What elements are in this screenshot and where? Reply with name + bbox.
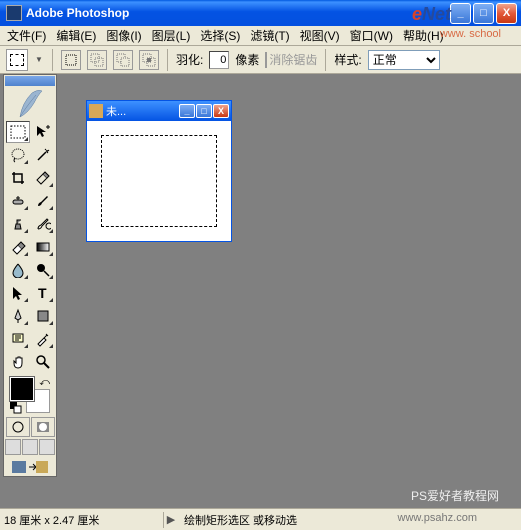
screen-fullmenu-button[interactable] bbox=[22, 439, 38, 455]
menu-window[interactable]: 窗口(W) bbox=[345, 25, 398, 46]
hand-tool[interactable] bbox=[6, 351, 30, 373]
antialias-checkbox: 消除锯齿 bbox=[265, 51, 317, 68]
doc-maximize-button[interactable]: □ bbox=[196, 104, 212, 118]
style-select[interactable]: 正常 bbox=[368, 50, 440, 70]
feather-input[interactable] bbox=[209, 51, 229, 69]
move-tool[interactable] bbox=[31, 121, 55, 143]
statusbar: 18 厘米 x 2.47 厘米 ▶ 绘制矩形选区 或移动选 bbox=[0, 508, 521, 530]
selection-intersect-button[interactable] bbox=[139, 50, 159, 70]
document-titlebar[interactable]: 未... _ □ X bbox=[87, 101, 231, 121]
shape-tool[interactable] bbox=[31, 305, 55, 327]
edit-modes bbox=[6, 417, 55, 437]
document-icon bbox=[89, 104, 103, 118]
toolbox: T ⤺ bbox=[3, 74, 57, 477]
menu-help[interactable]: 帮助(H) bbox=[398, 25, 449, 46]
selection-subtract-button[interactable] bbox=[113, 50, 133, 70]
notes-tool[interactable] bbox=[6, 328, 30, 350]
clone-stamp-tool[interactable] bbox=[6, 213, 30, 235]
menu-layer[interactable]: 图层(L) bbox=[147, 25, 196, 46]
standard-mode-button[interactable] bbox=[6, 417, 30, 437]
document-size[interactable]: 18 厘米 x 2.47 厘米 bbox=[4, 512, 164, 528]
app-icon bbox=[6, 5, 22, 21]
doc-close-button[interactable]: X bbox=[213, 104, 229, 118]
selection-add-button[interactable] bbox=[87, 50, 107, 70]
menu-file[interactable]: 文件(F) bbox=[2, 25, 51, 46]
minimize-button[interactable]: _ bbox=[450, 3, 471, 24]
lasso-tool[interactable] bbox=[6, 144, 30, 166]
feather-unit: 像素 bbox=[235, 51, 259, 68]
path-selection-tool[interactable] bbox=[6, 282, 30, 304]
app-title: Adobe Photoshop bbox=[26, 6, 450, 20]
current-tool-icon[interactable] bbox=[6, 49, 28, 71]
menu-image[interactable]: 图像(I) bbox=[101, 25, 146, 46]
eraser-tool[interactable] bbox=[6, 236, 30, 258]
menubar: 文件(F) 编辑(E) 图像(I) 图层(L) 选择(S) 滤镜(T) 视图(V… bbox=[0, 26, 521, 46]
quickmask-mode-button[interactable] bbox=[31, 417, 55, 437]
status-arrow-icon[interactable]: ▶ bbox=[164, 513, 178, 526]
separator bbox=[325, 49, 326, 71]
titlebar: Adobe Photoshop _ □ X bbox=[0, 0, 521, 26]
history-brush-tool[interactable] bbox=[31, 213, 55, 235]
separator bbox=[52, 49, 53, 71]
marquee-icon bbox=[10, 54, 24, 66]
gradient-tool[interactable] bbox=[31, 236, 55, 258]
tool-preset-dropdown[interactable]: ▼ bbox=[34, 50, 44, 70]
close-button[interactable]: X bbox=[496, 3, 517, 24]
selection-new-button[interactable] bbox=[61, 50, 81, 70]
separator bbox=[167, 49, 168, 71]
menu-filter[interactable]: 滤镜(T) bbox=[245, 25, 294, 46]
type-tool[interactable]: T bbox=[31, 282, 55, 304]
healing-brush-tool[interactable] bbox=[6, 190, 30, 212]
options-bar: ▼ 羽化: 像素 消除锯齿 样式: 正常 bbox=[0, 46, 521, 74]
document-window: 未... _ □ X bbox=[86, 100, 232, 242]
selection-marquee bbox=[101, 135, 217, 227]
swap-colors-icon[interactable]: ⤺ bbox=[39, 377, 50, 388]
window-buttons: _ □ X bbox=[450, 3, 517, 24]
jump-to-imageready-button[interactable] bbox=[10, 459, 50, 475]
brush-tool[interactable] bbox=[31, 190, 55, 212]
pen-tool[interactable] bbox=[6, 305, 30, 327]
toolbox-handle[interactable] bbox=[5, 76, 55, 86]
svg-text:T: T bbox=[38, 285, 47, 301]
canvas[interactable] bbox=[87, 121, 231, 241]
feather-label: 羽化: bbox=[176, 51, 203, 68]
screen-full-button[interactable] bbox=[39, 439, 55, 455]
status-hint: 绘制矩形选区 或移动选 bbox=[178, 512, 517, 528]
blur-tool[interactable] bbox=[6, 259, 30, 281]
tool-grid: T bbox=[6, 121, 55, 373]
screen-modes bbox=[5, 439, 55, 455]
menu-select[interactable]: 选择(S) bbox=[195, 25, 245, 46]
foreground-color[interactable] bbox=[10, 377, 34, 401]
document-title: 未... bbox=[106, 103, 179, 119]
maximize-button[interactable]: □ bbox=[473, 3, 494, 24]
color-swatches: ⤺ bbox=[8, 377, 52, 413]
magic-wand-tool[interactable] bbox=[31, 144, 55, 166]
marquee-tool[interactable] bbox=[6, 121, 30, 143]
workspace bbox=[0, 74, 521, 508]
dodge-tool[interactable] bbox=[31, 259, 55, 281]
crop-tool[interactable] bbox=[6, 167, 30, 189]
default-colors-icon[interactable] bbox=[10, 401, 22, 413]
eyedropper-tool[interactable] bbox=[31, 328, 55, 350]
screen-standard-button[interactable] bbox=[5, 439, 21, 455]
style-label: 样式: bbox=[334, 51, 361, 68]
menu-edit[interactable]: 编辑(E) bbox=[51, 25, 101, 46]
zoom-tool[interactable] bbox=[31, 351, 55, 373]
doc-minimize-button[interactable]: _ bbox=[179, 104, 195, 118]
menu-view[interactable]: 视图(V) bbox=[295, 25, 345, 46]
slice-tool[interactable] bbox=[31, 167, 55, 189]
photoshop-feather-icon bbox=[16, 89, 44, 119]
checkbox-icon bbox=[265, 52, 267, 68]
